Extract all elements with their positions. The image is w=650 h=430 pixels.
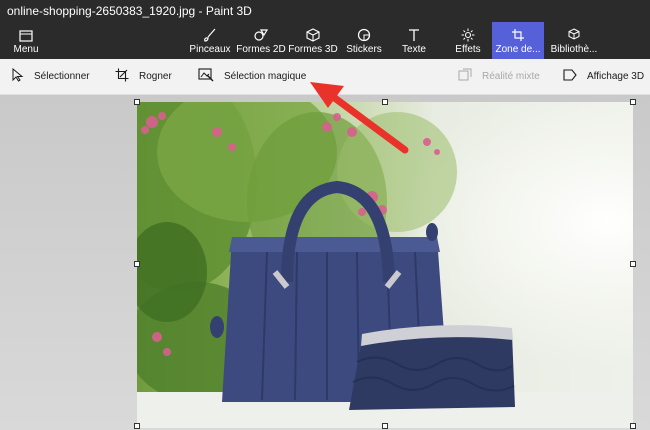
annotation-arrow: [310, 82, 409, 154]
